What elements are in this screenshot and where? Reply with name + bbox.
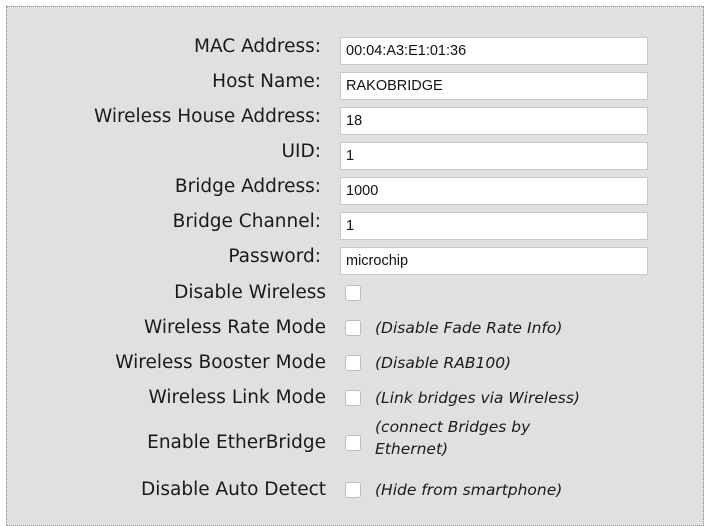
wireless-house-address-label: Wireless House Address: [93,106,321,127]
host-name-label: Host Name: [212,71,321,92]
wireless-house-address-field[interactable] [340,107,648,135]
wireless-booster-mode-label: Wireless Booster Mode [115,352,326,373]
uid-field[interactable] [340,142,648,170]
enable-etherbridge-checkbox[interactable] [345,435,361,451]
wireless-booster-mode-note: (Disable RAB100) [375,354,512,372]
bridge-channel-field[interactable] [340,212,648,240]
mac-address-label: MAC Address: [194,36,321,57]
host-name-field[interactable] [340,72,648,100]
wireless-rate-mode-label: Wireless Rate Mode [144,317,326,338]
disable-auto-detect-label: Disable Auto Detect [140,479,326,500]
disable-wireless-label: Disable Wireless [174,282,326,303]
mac-address-field[interactable] [340,37,648,65]
wireless-rate-mode-note: (Disable Fade Rate Info) [375,319,563,337]
password-field[interactable] [340,247,648,275]
disable-wireless-checkbox[interactable] [345,285,361,301]
disable-auto-detect-checkbox[interactable] [345,482,361,498]
disable-auto-detect-note: (Hide from smartphone) [375,481,563,499]
wireless-link-mode-note: (Link bridges via Wireless) [375,389,580,407]
wireless-link-mode-checkbox[interactable] [345,390,361,406]
enable-etherbridge-label: Enable EtherBridge [147,432,326,453]
bridge-address-label: Bridge Address: [174,176,321,197]
bridge-channel-label: Bridge Channel: [172,211,321,232]
wireless-link-mode-label: Wireless Link Mode [148,387,326,408]
enable-etherbridge-note-line1: (connect Bridges by [375,418,531,436]
enable-etherbridge-note-line2: Ethernet) [375,440,449,458]
network-settings-panel: MAC Address: Host Name: Wireless House A… [6,6,704,526]
password-label: Password: [228,246,321,267]
wireless-booster-mode-checkbox[interactable] [345,355,361,371]
uid-label: UID: [281,141,321,162]
bridge-address-field[interactable] [340,177,648,205]
wireless-rate-mode-checkbox[interactable] [345,320,361,336]
